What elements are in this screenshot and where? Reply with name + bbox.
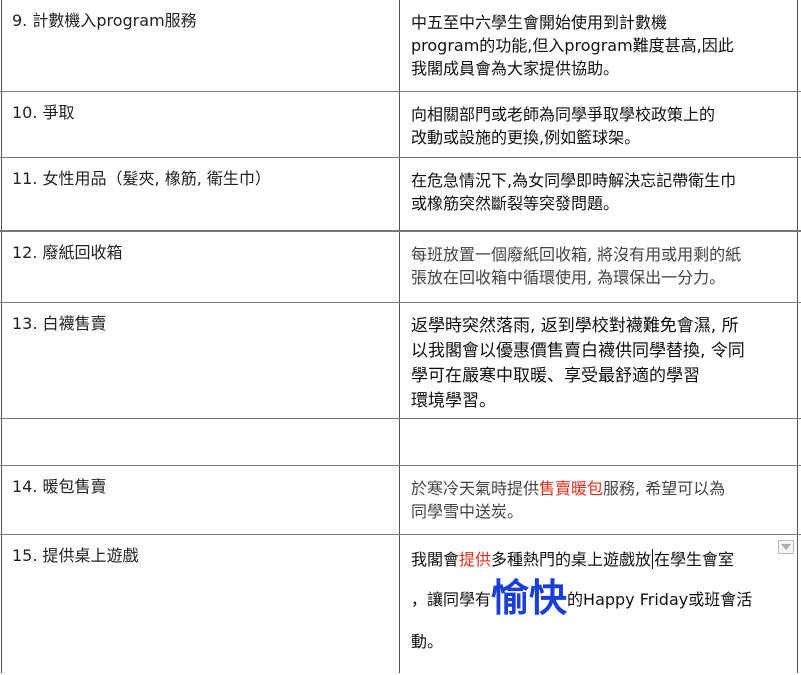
description-line: 向相關部門或老師為同學爭取學校政策上的 xyxy=(411,105,716,124)
description-line: 中五至中六學生會開始使用到計數機 xyxy=(411,13,668,32)
text-run: 的Happy Friday或班會活 xyxy=(567,590,753,609)
description-line: program的功能,但入program難度甚高,因此 xyxy=(411,36,734,55)
description-line: 張放在回收箱中循環使用, 為環保出一分力。 xyxy=(411,268,726,287)
description-line: 以我閣會以優惠價售賣白襪供同學替換, 令同 xyxy=(411,341,745,361)
emphasized-text: 愉快 xyxy=(491,576,568,620)
description-line: 在危急情況下,為女同學即時解決忘記帶衛生巾 xyxy=(411,171,737,190)
highlighted-text: 售賣暖包 xyxy=(539,479,604,498)
item-cell[interactable]: 15. 提供桌上遊戲 xyxy=(12,544,382,567)
description-line: 我閣會提供多種熱門的桌上遊戲放 在學生會室 xyxy=(411,547,786,573)
description-line: 或橡筋突然斷裂等突發問題。 xyxy=(411,194,620,213)
description-line: 我閣成員會為大家提供協助。 xyxy=(411,59,620,78)
document-table: 9. 計數機入program服務 中五至中六學生會開始使用到計數機 progra… xyxy=(0,0,801,673)
description-line: 同學雪中送炭。 xyxy=(411,502,524,521)
highlighted-text: 提供 xyxy=(459,550,492,569)
text-run: 在學生會室 xyxy=(654,550,735,569)
description-line: 於寒冷天氣時提供售賣暖包服務, 希望可以為 xyxy=(411,477,786,500)
table-row: 12. 廢紙回收箱 每班放置一個廢紙回收箱, 將沒有用或用剩的紙 張放在回收箱中… xyxy=(0,232,801,303)
text-run: 於寒冷天氣時提供 xyxy=(411,479,540,498)
description-cell[interactable]: 返學時突然落雨, 返到學校對襪難免會濕, 所 以我閣會以優惠價售賣白襪供同學替換… xyxy=(411,314,786,414)
table-row: 13. 白襪售賣 返學時突然落雨, 返到學校對襪難免會濕, 所 以我閣會以優惠價… xyxy=(0,303,801,419)
description-cell[interactable]: 於寒冷天氣時提供售賣暖包服務, 希望可以為 同學雪中送炭。 xyxy=(411,477,786,523)
description-cell[interactable]: 每班放置一個廢紙回收箱, 將沒有用或用剩的紙 張放在回收箱中循環使用, 為環保出… xyxy=(411,243,786,289)
text-run: 我閣會 xyxy=(411,550,460,569)
description-line: ，讓同學有愉快的Happy Friday或班會活 xyxy=(411,573,786,625)
description-cell[interactable]: 在危急情況下,為女同學即時解決忘記帶衛生巾 或橡筋突然斷裂等突發問題。 xyxy=(411,169,786,215)
table-row: 10. 爭取 向相關部門或老師為同學爭取學校政策上的 改動或設施的更換,例如籃球… xyxy=(0,92,801,158)
description-line: 環境學習。 xyxy=(411,391,496,411)
text-run: 多種熱門的桌上遊戲放 xyxy=(491,550,652,569)
item-cell[interactable]: 13. 白襪售賣 xyxy=(12,312,382,335)
description-cell[interactable]: 中五至中六學生會開始使用到計數機 program的功能,但入program難度甚… xyxy=(411,11,786,80)
table-row: 11. 女性用品（髮夾, 橡筋, 衛生巾） 在危急情況下,為女同學即時解決忘記帶… xyxy=(0,158,801,232)
item-cell[interactable]: 11. 女性用品（髮夾, 橡筋, 衛生巾） xyxy=(12,167,382,190)
description-line: 每班放置一個廢紙回收箱, 將沒有用或用剩的紙 xyxy=(411,245,742,264)
table-row: 9. 計數機入program服務 中五至中六學生會開始使用到計數機 progra… xyxy=(0,0,801,92)
table-row: 15. 提供桌上遊戲 我閣會提供多種熱門的桌上遊戲放 在學生會室 ，讓同學有愉快的… xyxy=(0,535,801,675)
description-line: 返學時突然落雨, 返到學校對襪難免會濕, 所 xyxy=(411,316,739,336)
text-cursor xyxy=(652,549,654,569)
table-row-empty xyxy=(0,419,801,466)
item-cell[interactable]: 12. 廢紙回收箱 xyxy=(12,241,382,264)
item-cell[interactable]: 10. 爭取 xyxy=(12,101,382,124)
description-line: 學可在嚴寒中取暖、享受最舒適的學習 xyxy=(411,366,700,386)
text-run: 服務, 希望可以為 xyxy=(603,479,726,498)
description-line: 改動或設施的更換,例如籃球架。 xyxy=(411,128,641,147)
item-cell[interactable]: 9. 計數機入program服務 xyxy=(12,9,382,32)
item-cell[interactable]: 14. 暖包售賣 xyxy=(12,475,382,498)
description-cell[interactable]: 向相關部門或老師為同學爭取學校政策上的 改動或設施的更換,例如籃球架。 xyxy=(411,103,786,149)
description-cell[interactable]: 我閣會提供多種熱門的桌上遊戲放 在學生會室 ，讓同學有愉快的Happy Frida… xyxy=(411,547,786,659)
text-run: ，讓同學有 xyxy=(411,590,492,609)
table-row: 14. 暖包售賣 於寒冷天氣時提供售賣暖包服務, 希望可以為 同學雪中送炭。 xyxy=(0,466,801,535)
description-line: 動。 xyxy=(411,632,444,651)
